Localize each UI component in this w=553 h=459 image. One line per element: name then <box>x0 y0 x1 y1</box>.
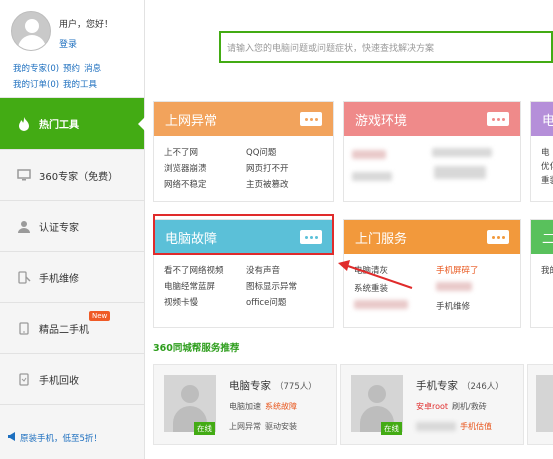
new-badge: New <box>89 311 111 321</box>
person-icon <box>17 219 31 233</box>
card-link[interactable]: 主页被篡改 <box>246 178 328 190</box>
more-icon[interactable] <box>487 230 509 244</box>
card-partial-purple: 电 电 优化 重装 <box>530 101 553 202</box>
tag[interactable]: 上网异常 <box>229 422 261 431</box>
fire-icon <box>17 116 31 131</box>
card-title: 上门服务 <box>355 231 408 247</box>
avatar[interactable] <box>11 11 51 51</box>
card-link[interactable]: 我的 <box>541 264 553 276</box>
card-title: 电 <box>542 113 553 129</box>
card-links: 电 优化 重装 <box>531 136 553 188</box>
service-name: 电脑专家 （775人） <box>229 380 317 392</box>
card-link[interactable]: 网页打不开 <box>246 162 328 174</box>
sidebar-item-hot-tools[interactable]: 热门工具 <box>0 98 145 150</box>
card-link[interactable]: 优化 <box>541 160 553 174</box>
phone-recycle-icon <box>17 372 31 386</box>
service-tags-row2: 手机估值 <box>416 421 496 432</box>
sidebar-item-label: 认证专家 <box>39 222 79 234</box>
card-link[interactable]: 手机维修 <box>436 300 518 312</box>
tag[interactable]: 刷机/救砖 <box>452 402 487 411</box>
sidebar-item-phone-recycle[interactable]: 手机回收 <box>0 354 144 405</box>
card-links: 我的 <box>531 254 553 276</box>
search-input[interactable]: 请输入您的电脑问题或问题症状，快速查找解决方案 <box>219 31 553 63</box>
more-icon[interactable] <box>300 112 322 126</box>
promo-link[interactable]: 原装手机，低至5折！ <box>7 432 102 444</box>
sidebar-item-label: 手机回收 <box>39 375 79 387</box>
service-card-pc-expert[interactable]: 在线 电脑专家 （775人） 电脑加速 系统故障 上网异常 驱动安装 <box>153 364 337 445</box>
sidebar-item-certified-experts[interactable]: 认证专家 <box>0 201 144 252</box>
greeting-text: 用户，您好！ <box>59 20 114 30</box>
card-partial-green: 二 我的 <box>530 219 553 328</box>
online-badge: 在线 <box>194 422 215 435</box>
sidebar-item-label: 手机维修 <box>39 273 79 285</box>
card-link[interactable]: 看不了网络视频 <box>164 264 246 276</box>
card-title: 二 <box>542 231 553 247</box>
tag[interactable]: 电脑加速 <box>229 402 261 411</box>
card-link[interactable]: 电脑经常蓝屏 <box>164 280 246 292</box>
card-link[interactable]: 电 <box>541 146 553 160</box>
service-card-phone-expert[interactable]: 在线 手机专家 （246人） 安卓root 刷机/救砖 手机估值 <box>340 364 524 445</box>
card-link[interactable]: office问题 <box>246 296 328 308</box>
card-game: 游戏环境 <box>343 101 521 202</box>
phone-icon <box>17 321 31 335</box>
phone-repair-icon <box>17 270 31 284</box>
user-links-row1: 我的专家(0) 预约 消息 <box>13 62 105 74</box>
highlight-box <box>153 214 334 255</box>
service-name: 手机专家 （246人） <box>416 380 504 392</box>
section-title: 360同城帮服务推荐 <box>153 343 240 354</box>
card-link[interactable]: 视频卡慢 <box>164 296 246 308</box>
sidebar-item-label: 热门工具 <box>39 120 79 131</box>
card-header[interactable]: 上门服务 <box>344 220 520 254</box>
sidebar-item-360-expert[interactable]: 360专家（免费） <box>0 150 144 201</box>
online-badge: 在线 <box>381 422 402 435</box>
service-card-partial <box>527 364 553 445</box>
card-link[interactable]: 网络不稳定 <box>164 178 246 190</box>
my-tools-link[interactable]: 我的工具 <box>63 80 97 90</box>
sidebar: 用户，您好！ 登录 我的专家(0) 预约 消息 我的订单(0) 我的工具 热门工具 3… <box>0 0 145 459</box>
service-tags-row1: 安卓root 刷机/救砖 <box>416 401 491 412</box>
login-link[interactable]: 登录 <box>59 37 77 50</box>
card-title: 上网异常 <box>165 113 218 129</box>
expert-photo <box>536 375 553 432</box>
sidebar-item-phone-repair[interactable]: 手机维修 <box>0 252 144 303</box>
card-link[interactable]: 没有声音 <box>246 264 328 276</box>
card-header[interactable]: 游戏环境 <box>344 102 520 136</box>
card-link[interactable]: 上不了网 <box>164 146 246 158</box>
card-links: 上不了网 QQ问题 浏览器崩溃 网页打不开 网络不稳定 主页被篡改 <box>154 136 333 190</box>
promo-text: 原装手机，低至5折！ <box>20 434 102 444</box>
card-link[interactable]: 手机屏碎了 <box>436 264 518 276</box>
sidebar-item-used-phones[interactable]: 精品二手机 New <box>0 303 144 354</box>
tag[interactable]: 手机估值 <box>460 422 492 431</box>
tag[interactable]: 安卓root <box>416 402 448 411</box>
service-tags-row2: 上网异常 驱动安装 <box>229 421 301 432</box>
card-links: 看不了网络视频 没有声音 电脑经常蓝屏 图标显示异常 视频卡慢 office问题 <box>154 254 333 308</box>
service-tags-row1: 电脑加速 系统故障 <box>229 401 301 412</box>
red-arrow <box>338 260 413 289</box>
my-experts-link[interactable]: 我的专家(0) <box>13 64 59 74</box>
my-orders-link[interactable]: 我的订单(0) <box>13 80 59 90</box>
card-internet: 上网异常 上不了网 QQ问题 浏览器崩溃 网页打不开 网络不稳定 主页被篡改 <box>153 101 334 202</box>
tag[interactable]: 驱动安装 <box>265 422 297 431</box>
card-title: 游戏环境 <box>355 113 408 129</box>
card-link[interactable]: 重装 <box>541 174 553 188</box>
card-link[interactable]: 图标显示异常 <box>246 280 328 292</box>
more-icon[interactable] <box>487 112 509 126</box>
sidebar-item-label: 360专家（免费） <box>39 171 119 183</box>
search-placeholder: 请输入您的电脑问题或问题症状，快速查找解决方案 <box>227 43 435 54</box>
blurred-links <box>344 136 520 196</box>
user-panel: 用户，您好！ 登录 我的专家(0) 预约 消息 我的订单(0) 我的工具 <box>0 0 144 98</box>
appointments-link[interactable]: 预约 <box>63 64 80 74</box>
card-header[interactable]: 上网异常 <box>154 102 333 136</box>
card-link[interactable]: 浏览器崩溃 <box>164 162 246 174</box>
messages-link[interactable]: 消息 <box>84 64 101 74</box>
card-header[interactable]: 二 <box>531 220 553 254</box>
sidebar-item-label: 精品二手机 <box>39 324 89 336</box>
card-header[interactable]: 电 <box>531 102 553 136</box>
user-links-row2: 我的订单(0) 我的工具 <box>13 78 101 90</box>
tag[interactable]: 系统故障 <box>265 402 297 411</box>
monitor-icon <box>17 168 31 182</box>
megaphone-icon <box>7 432 17 444</box>
card-link[interactable]: QQ问题 <box>246 146 328 158</box>
